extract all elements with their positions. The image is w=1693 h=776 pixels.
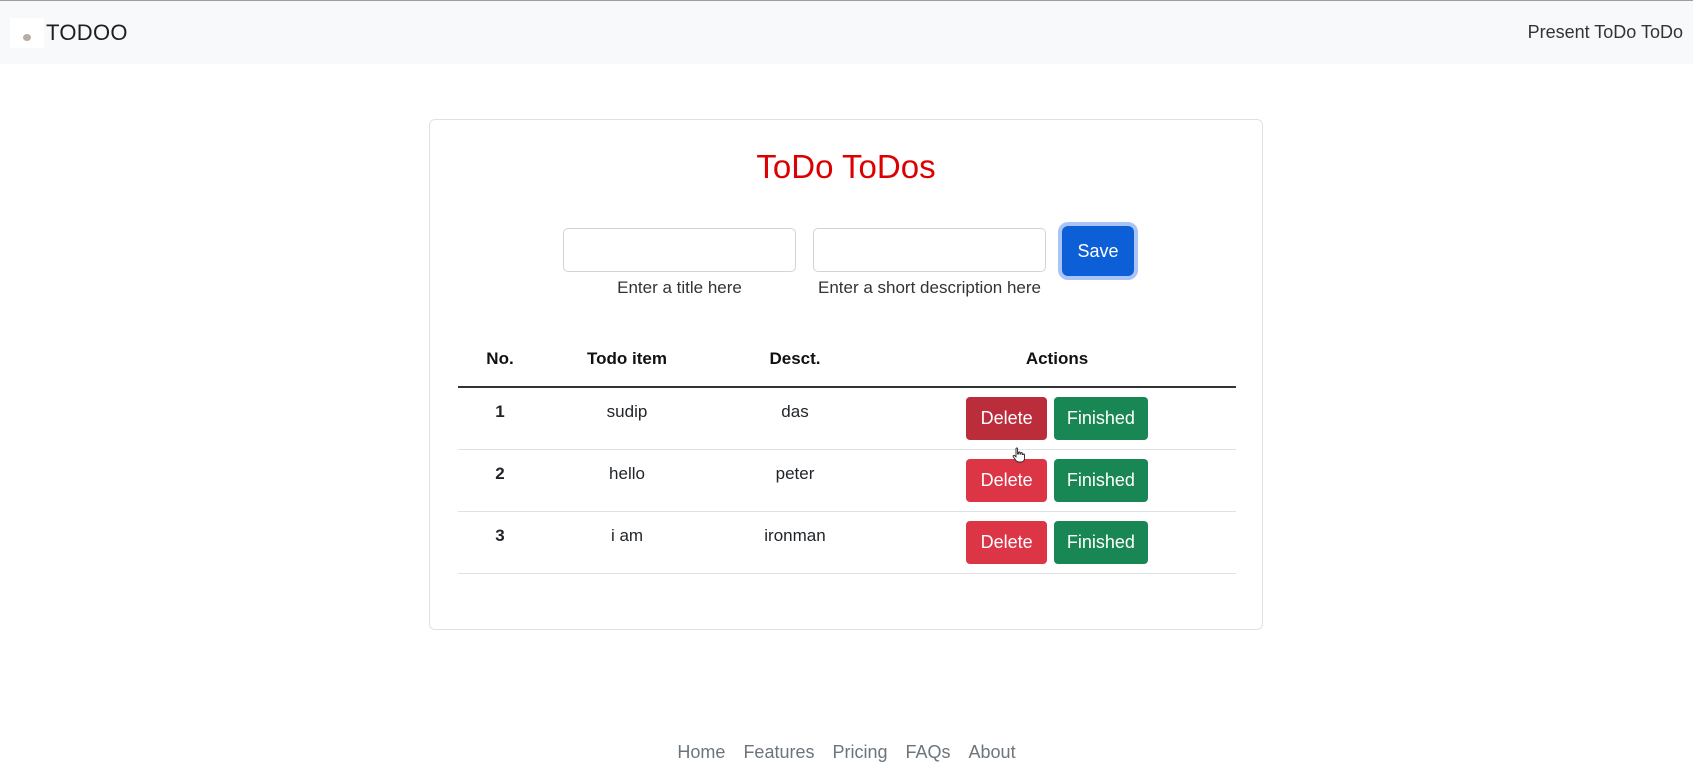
- row-item: sudip: [542, 387, 712, 450]
- row-item: i am: [542, 511, 712, 574]
- delete-button[interactable]: Delete: [966, 397, 1048, 440]
- nav-link-present-todo[interactable]: Present ToDo ToDo: [1528, 22, 1683, 43]
- table-row: 3 i am ironman Delete Finished: [458, 511, 1236, 574]
- description-input[interactable]: [813, 228, 1046, 272]
- footer-link-features[interactable]: Features: [743, 742, 814, 763]
- header-no: No.: [458, 346, 542, 388]
- row-actions: Delete Finished: [878, 449, 1236, 512]
- footer-link-faqs[interactable]: FAQs: [906, 742, 951, 763]
- row-number: 1: [458, 387, 542, 450]
- header-description: Desct.: [712, 346, 878, 388]
- page-title: ToDo ToDos: [756, 148, 936, 185]
- table-row: 2 hello peter Delete Finished: [458, 449, 1236, 512]
- row-description: ironman: [712, 511, 878, 574]
- finished-button[interactable]: Finished: [1053, 520, 1148, 564]
- footer-nav: Home Features Pricing FAQs About: [0, 742, 1693, 763]
- save-button[interactable]: Save: [1062, 226, 1134, 276]
- row-description: das: [712, 387, 878, 450]
- description-field-group: Enter a short description here: [813, 228, 1046, 298]
- brand-logo-icon: [10, 17, 44, 48]
- header-actions: Actions: [878, 346, 1236, 388]
- todo-form: Enter a title here Enter a short descrip…: [430, 226, 1262, 308]
- row-item: hello: [542, 449, 712, 512]
- finished-button[interactable]: Finished: [1053, 397, 1148, 440]
- row-number: 2: [458, 449, 542, 512]
- title-field-group: Enter a title here: [563, 228, 796, 298]
- row-number: 3: [458, 511, 542, 574]
- footer-link-home[interactable]: Home: [677, 742, 725, 763]
- row-actions: Delete Finished: [878, 387, 1236, 450]
- navbar: TODOO Present ToDo ToDo: [0, 0, 1693, 64]
- title-input[interactable]: [563, 228, 796, 272]
- row-actions: Delete Finished: [878, 511, 1236, 574]
- description-hint: Enter a short description here: [817, 278, 1041, 297]
- title-hint: Enter a title here: [617, 278, 742, 297]
- footer-link-about[interactable]: About: [969, 742, 1016, 763]
- table-row: 1 sudip das Delete Finished: [458, 387, 1236, 450]
- row-description: peter: [712, 449, 878, 512]
- todo-table: No. Todo item Desct. Actions 1 sudip das…: [458, 346, 1236, 574]
- header-todo-item: Todo item: [542, 346, 712, 388]
- footer-link-pricing[interactable]: Pricing: [832, 742, 887, 763]
- brand-name[interactable]: TODOO: [46, 20, 128, 46]
- finished-button[interactable]: Finished: [1053, 458, 1148, 502]
- table-header-row: No. Todo item Desct. Actions: [458, 346, 1236, 388]
- delete-button[interactable]: Delete: [966, 458, 1048, 502]
- delete-button[interactable]: Delete: [966, 520, 1048, 564]
- brand[interactable]: TODOO: [10, 17, 128, 48]
- todo-card: ToDo ToDos Enter a title here Enter a sh…: [429, 119, 1263, 630]
